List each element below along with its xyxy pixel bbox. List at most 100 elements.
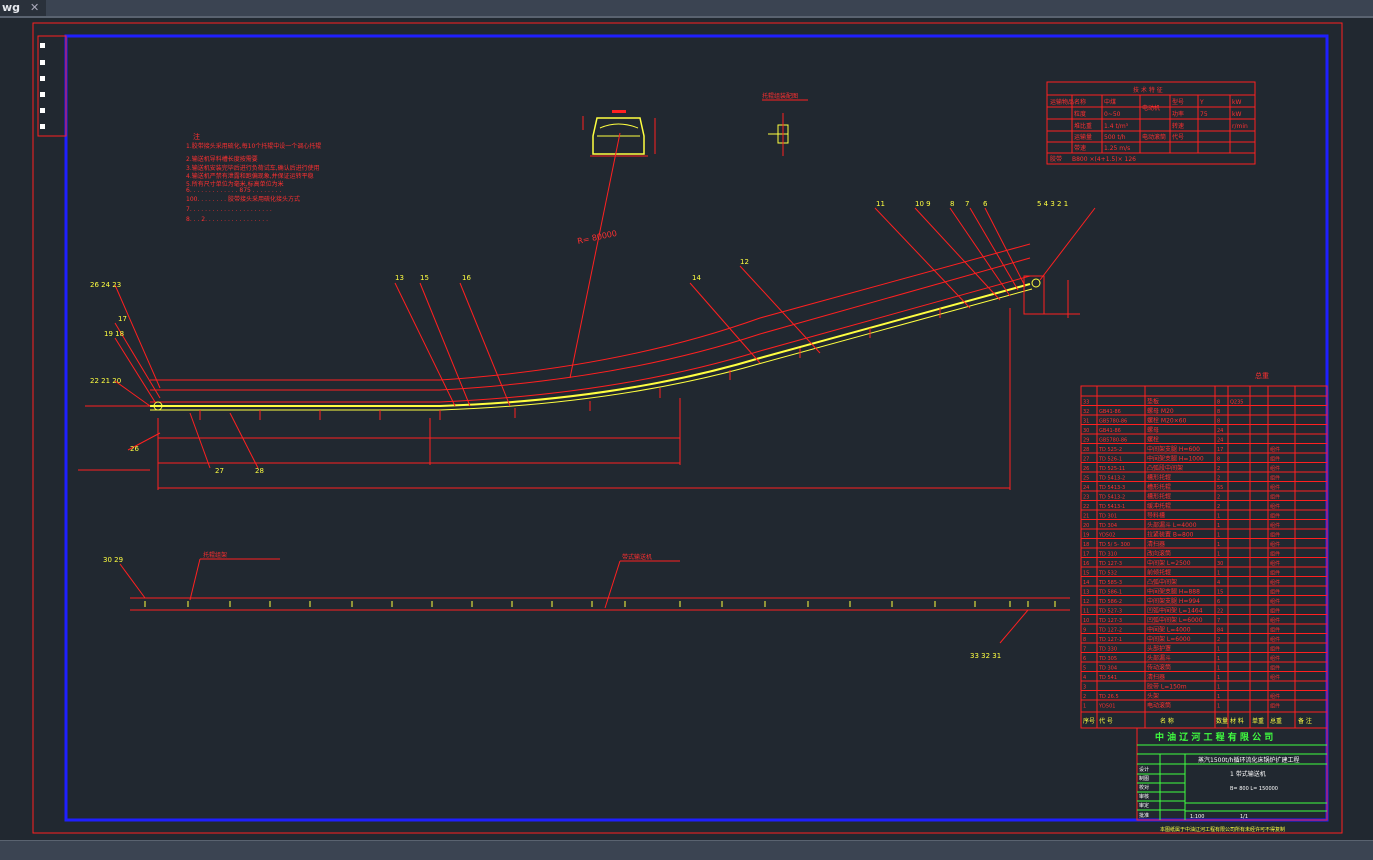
bom-cell: 拉紧装置 B=800 [1147, 531, 1194, 539]
callout-13: 13 [395, 274, 404, 282]
bom-cell: 缓冲托辊 [1147, 502, 1171, 510]
bom-cell: TD 525-2 [1098, 447, 1122, 453]
project-name: 蒸汽1500t/h循环流化床锅炉扩建工程 [1198, 756, 1299, 764]
bom-cell: 组件 [1270, 589, 1280, 596]
notes-title: 注 [193, 132, 200, 141]
tech-cell-1-7: kW [1232, 99, 1241, 106]
bom-cell: YD501 [1098, 704, 1115, 710]
bom-cell: 头架 [1147, 692, 1159, 700]
title-row-check: 校对 [1139, 784, 1149, 791]
bom-cell: 组件 [1270, 646, 1280, 653]
bom-cell: 清扫器 [1147, 540, 1165, 548]
bom-cell: 33 [1083, 400, 1089, 406]
bom-cell: 1 [1217, 666, 1220, 672]
roller-detail: 托辊组装配图 [762, 92, 808, 156]
bom-cell: 螺母 [1147, 426, 1159, 434]
bom-cell: GB41-86 [1099, 428, 1121, 434]
drawing-frame [64, 34, 1329, 822]
detail-label: 托辊组装配图 [762, 92, 798, 100]
bom-cell: 头部护罩 [1147, 645, 1171, 653]
bom-cell: 17 [1083, 552, 1089, 558]
tech-cell-2-2: 粒度 [1074, 110, 1086, 118]
bom-cell: TD 301 [1098, 514, 1117, 520]
drawing-canvas[interactable]: 注 1.胶带接头采用硫化,每10个托辊中设一个调心托辊 2.输送机导料槽长度按需… [0, 18, 1373, 840]
bom-cell: TD 586-2 [1098, 599, 1122, 605]
bom-cell: 1 [1217, 542, 1220, 548]
tech-cell-1-6: Y [1199, 99, 1204, 106]
bom-cell: 15 [1217, 590, 1223, 596]
note-6b: 100. . . . . . . . 胶带接头采用硫化接头方式 [186, 195, 300, 203]
bom-cell: 螺栓 [1147, 436, 1159, 444]
bom-cell: 7 [1217, 618, 1220, 624]
bom-cell: TD 5413-3 [1098, 485, 1125, 491]
callout-19-18: 19 18 [104, 330, 124, 338]
callout-leaders [114, 207, 1096, 469]
bom-cell: 15 [1083, 571, 1089, 577]
bom-cell: 前倾托辊 [1147, 569, 1171, 577]
bom-cell: 凹弧中间架 L=6000 [1147, 616, 1203, 624]
close-tab-icon[interactable]: ✕ [30, 0, 39, 16]
bom-cell: GB41-86 [1099, 409, 1121, 415]
bom-cell: TD 585-3 [1098, 580, 1122, 586]
scale-value: 1:100 [1190, 814, 1204, 820]
bom-cell: 头部漏斗 [1147, 654, 1171, 662]
file-tab[interactable]: wg ✕ [0, 0, 46, 16]
drawing-title: 1 带式输送机 [1230, 770, 1266, 778]
tech-cell-2-3: 0~50 [1104, 111, 1121, 118]
tech-cell-2-5: 功率 [1172, 110, 1184, 118]
callout-7: 7 [965, 200, 969, 208]
bom-cell: 组件 [1270, 570, 1280, 577]
bom-cell: 槽形托辊 [1147, 474, 1171, 482]
title-row-review: 审核 [1139, 793, 1149, 800]
bom-cell: TD 310 [1098, 552, 1117, 558]
bom-cell: 14 [1083, 580, 1089, 586]
bom-cell: 1 [1217, 675, 1220, 681]
bom-cell: 组件 [1270, 674, 1280, 681]
bom-cell: 组件 [1270, 484, 1280, 491]
bom-cell: 32 [1083, 409, 1089, 415]
bom-cell: 84 [1217, 628, 1223, 634]
bom-header-name: 名 称 [1160, 717, 1174, 725]
bom-cell: TD 586-1 [1098, 590, 1122, 596]
bom-cell: 组件 [1270, 608, 1280, 615]
bom-cell: 6 [1083, 656, 1086, 662]
status-bar [0, 840, 1373, 860]
callout-26: 26 [130, 445, 139, 453]
callout-11: 11 [876, 200, 885, 208]
bom-cell: 凹弧中间架 L=1464 [1147, 607, 1203, 615]
bom-cell: 30 [1217, 561, 1223, 567]
bom-cell: 1 [1217, 514, 1220, 520]
bom-cell: 中间架支腿 H=888 [1147, 588, 1200, 596]
callout-33-32-31: 33 32 31 [970, 652, 1001, 660]
tech-cell-4-3: 500 t/h [1104, 134, 1126, 141]
bom-cell: 24 [1217, 438, 1223, 444]
bom-cell: 2 [1217, 495, 1220, 501]
plan-label-2: 带式输送机 [622, 553, 652, 561]
bom-cell: 1 [1217, 571, 1220, 577]
bom-cell: 18 [1083, 542, 1089, 548]
bom-cell: 4 [1217, 580, 1220, 586]
tech-cell-5-3: 1.25 m/s [1104, 145, 1130, 152]
idler-section-detail [582, 110, 656, 157]
bom-cell: 27 [1083, 457, 1089, 463]
tech-cell-1-5: 型号 [1172, 98, 1184, 106]
tech-cell-5-2: 带速 [1074, 144, 1086, 152]
file-tab-bar: wg ✕ [0, 0, 1373, 16]
title-block: 中 油 辽 河 工 程 有 限 公 司 蒸汽1500t/h循环流化床锅炉扩建工程… [1136, 727, 1328, 833]
bom-cell: 头部漏斗 L=4000 [1147, 521, 1197, 529]
callout-17: 17 [118, 315, 127, 323]
sheet-number: 1/1 [1240, 814, 1248, 820]
bom-cell: 23 [1083, 495, 1089, 501]
tech-table-title: 技 术 特 征 [1133, 86, 1163, 94]
bom-header-code: 代 号 [1099, 717, 1113, 725]
bom-cell: 55 [1217, 485, 1223, 491]
bom-cell: 9 [1083, 628, 1086, 634]
callout-16: 16 [462, 274, 471, 282]
callout-6: 6 [983, 200, 988, 208]
conveyor-elevation [78, 243, 1080, 490]
tech-cell-1-1: 运输物品 [1050, 98, 1074, 106]
bom-cell: 中间架支腿 H=600 [1147, 445, 1200, 453]
bom-cell: 螺栓 M20×60 [1147, 417, 1187, 425]
tech-cell-4-5: 代号 [1172, 133, 1184, 141]
bom-cell: 组件 [1270, 598, 1280, 605]
